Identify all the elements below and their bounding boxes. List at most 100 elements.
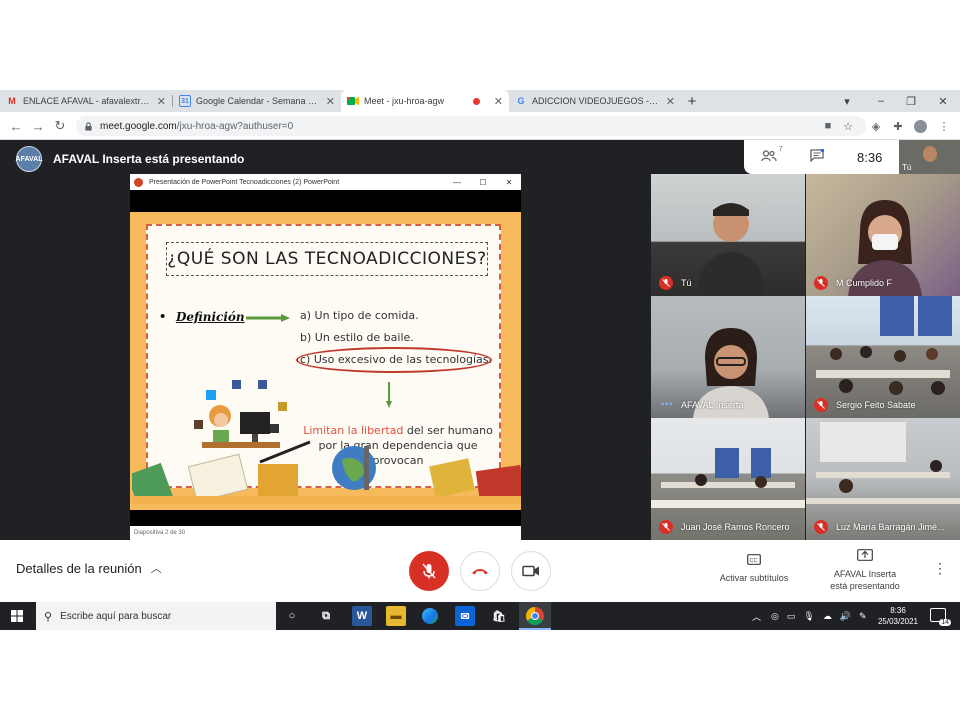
- tab-search-icon[interactable]: ▾: [832, 90, 862, 112]
- tab-gmail[interactable]: M ENLACE AFAVAL - afavalextremad ✕: [0, 90, 172, 112]
- ppt-close-icon: ✕: [505, 177, 513, 187]
- ppt-titlebar: Presentación de PowerPoint Tecnoadiccion…: [130, 174, 521, 190]
- cortana-icon[interactable]: ○: [282, 606, 302, 626]
- address-bar[interactable]: meet.google.com/jxu-hroa-agw?authuser=0: [76, 116, 866, 136]
- close-icon[interactable]: ✕: [326, 95, 335, 108]
- forward-icon[interactable]: →: [28, 116, 48, 136]
- taskbar-clock[interactable]: 8:36 25/03/2021: [870, 605, 926, 627]
- taskbar-search-box[interactable]: ⚲ Escribe aquí para buscar: [36, 602, 276, 630]
- self-view-thumbnail[interactable]: Tú: [899, 140, 960, 174]
- definition-label: Definición: [176, 310, 245, 324]
- meet-stage: AFAVAL AFAVAL Inserta está presentando 7…: [0, 140, 960, 540]
- presenter-text: AFAVAL Inserta está presentando: [53, 152, 245, 166]
- tray-app-icon[interactable]: ◎: [771, 611, 779, 622]
- participant-name: Juan José Ramos Roncero: [681, 522, 790, 532]
- meeting-details-button[interactable]: Detalles de la reunión ︿: [16, 560, 162, 576]
- mail-icon[interactable]: ✉: [455, 606, 475, 626]
- down-arrow-icon: [386, 382, 392, 408]
- new-tab-button[interactable]: +: [681, 90, 703, 112]
- participant-tile[interactable]: M Cumplido F: [806, 174, 960, 296]
- lock-icon: [85, 121, 92, 131]
- back-icon[interactable]: ←: [6, 116, 26, 136]
- meet-icon: [347, 95, 359, 107]
- participant-name: AFAVAL Inserta: [681, 400, 744, 410]
- powerpoint-icon: [134, 177, 143, 187]
- participant-video-icon: [697, 203, 765, 296]
- participant-tile[interactable]: ••• AFAVAL Inserta: [651, 296, 805, 418]
- task-view-icon[interactable]: ⧉: [316, 606, 336, 626]
- close-icon[interactable]: ✕: [666, 95, 675, 108]
- close-window-button[interactable]: ✕: [928, 90, 958, 112]
- chrome-icon-center: [531, 612, 539, 620]
- browser-menu-icon[interactable]: ⋮: [934, 116, 954, 136]
- meeting-details-label: Detalles de la reunión: [16, 560, 142, 576]
- camera-toggle-button[interactable]: [511, 551, 551, 591]
- puzzle-icon[interactable]: ✚: [888, 116, 908, 136]
- people-count: 7: [778, 145, 783, 153]
- presenting-label-line2: está presentando: [830, 581, 900, 591]
- svg-text:CC: CC: [750, 558, 758, 564]
- tab-meet[interactable]: Meet - jxu-hroa-agw ✕: [341, 90, 509, 112]
- profile-avatar-icon[interactable]: [910, 116, 930, 136]
- network-icon[interactable]: ☁: [823, 611, 832, 622]
- url-host: meet.google.com: [100, 120, 177, 132]
- presenting-label-line1: AFAVAL Inserta: [833, 569, 897, 579]
- tab-label: ADICCION VIDEOJUEGOS - Busca: [532, 96, 660, 106]
- tab-label: ENLACE AFAVAL - afavalextremad: [23, 96, 151, 106]
- closed-captions-icon: CC: [704, 554, 804, 568]
- presenting-button[interactable]: AFAVAL Inserta está presentando: [815, 549, 915, 591]
- edge-icon[interactable]: [420, 606, 440, 626]
- muted-mic-icon: [814, 276, 828, 290]
- camera-permission-icon[interactable]: ■: [818, 116, 838, 136]
- notifications-button[interactable]: 14: [930, 608, 951, 626]
- tab-label: Google Calendar - Semana del 2: [196, 96, 320, 106]
- mic-toggle-button[interactable]: [409, 551, 449, 591]
- slide-status-bar: Diapositiva 2 de 30: [130, 526, 521, 540]
- taskbar-time: 8:36: [890, 606, 906, 615]
- participant-tile[interactable]: Luz María Barragán Jimé...: [806, 418, 960, 540]
- ppt-restore-icon: ☐: [479, 177, 487, 187]
- windows-start-button[interactable]: [0, 602, 34, 630]
- option-b: b) Un estilo de baile.: [300, 331, 414, 344]
- word-icon[interactable]: W: [352, 606, 372, 626]
- extension-icon[interactable]: ◈: [866, 116, 886, 136]
- close-icon[interactable]: ✕: [157, 95, 166, 108]
- close-icon[interactable]: ✕: [494, 95, 503, 108]
- leave-call-button[interactable]: [460, 551, 500, 591]
- more-options-icon[interactable]: ⋮: [933, 560, 947, 577]
- search-placeholder: Escribe aquí para buscar: [60, 610, 172, 622]
- green-arrow-icon: [246, 314, 290, 322]
- volume-icon[interactable]: 🔊: [840, 611, 851, 622]
- battery-icon[interactable]: ▭: [787, 611, 796, 622]
- option-a: a) Un tipo de comida.: [300, 309, 419, 322]
- slide-title: ¿QUÉ SON LAS TECNOADICCIONES?: [166, 242, 488, 276]
- tray-chevron-icon[interactable]: ︿: [752, 610, 761, 623]
- file-explorer-icon[interactable]: ▬: [386, 606, 406, 626]
- browser-tab-strip: M ENLACE AFAVAL - afavalextremad ✕ 31 Go…: [0, 90, 960, 112]
- slide-paper: ¿QUÉ SON LAS TECNOADICCIONES? • Definici…: [132, 224, 521, 504]
- participant-tile[interactable]: Sergio Feito Sabate: [806, 296, 960, 418]
- gmail-icon: M: [8, 96, 16, 106]
- mic-tray-icon[interactable]: 🎙: [803, 611, 814, 622]
- participant-tile[interactable]: Tú: [651, 174, 805, 296]
- people-icon[interactable]: 7: [760, 146, 783, 165]
- camera-icon: [522, 565, 539, 577]
- participant-tile[interactable]: Juan José Ramos Roncero: [651, 418, 805, 540]
- shared-presentation: Presentación de PowerPoint Tecnoadiccion…: [130, 174, 521, 540]
- tab-google-search[interactable]: G ADICCION VIDEOJUEGOS - Busca ✕: [509, 90, 681, 112]
- chat-icon[interactable]: [810, 148, 825, 165]
- captions-button[interactable]: CC Activar subtítulos: [704, 554, 804, 583]
- hang-up-icon: [472, 569, 488, 575]
- reload-icon[interactable]: ↻: [50, 116, 70, 136]
- meet-top-info: 7 8:36: [744, 140, 899, 174]
- mic-off-icon: [422, 563, 436, 579]
- pen-icon[interactable]: ✎: [859, 611, 867, 622]
- tab-calendar[interactable]: 31 Google Calendar - Semana del 2 ✕: [173, 90, 341, 112]
- bookmark-star-icon[interactable]: ☆: [838, 116, 858, 136]
- minimize-button[interactable]: –: [866, 90, 896, 112]
- self-face-icon: [923, 146, 937, 162]
- participant-name: M Cumplido F: [836, 278, 893, 288]
- chrome-taskbar-button[interactable]: [519, 602, 551, 630]
- restore-button[interactable]: ❐: [896, 90, 926, 112]
- store-icon[interactable]: 🛍: [489, 606, 509, 626]
